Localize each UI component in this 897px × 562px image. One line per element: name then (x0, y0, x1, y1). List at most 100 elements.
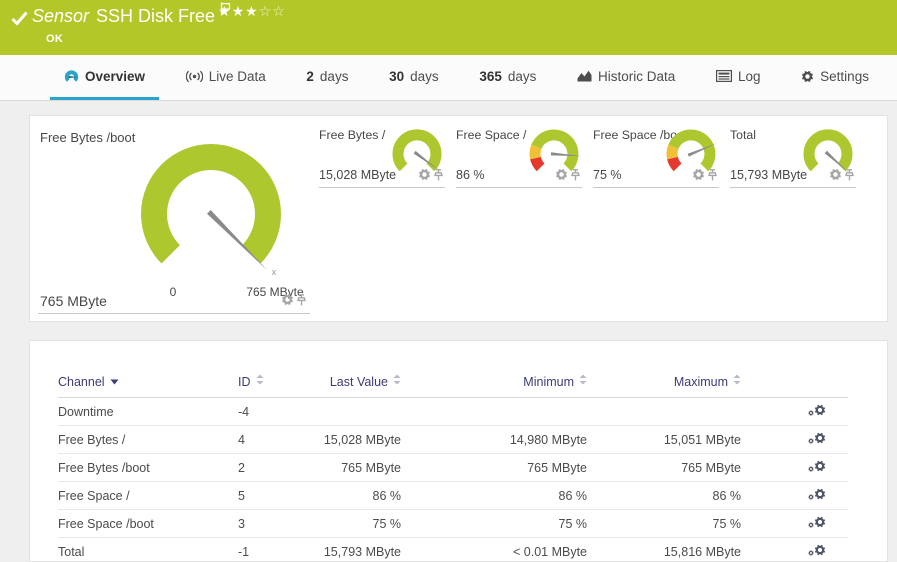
channel-settings-gears-icon[interactable] (741, 481, 848, 510)
pin-icon[interactable] (297, 293, 306, 311)
star-filled-icon[interactable]: ★ (218, 3, 232, 19)
gear-icon[interactable] (281, 293, 294, 311)
tab-label: Log (737, 68, 761, 84)
column-header-minimum[interactable]: Minimum (401, 369, 587, 398)
cell-channel: Downtime (58, 397, 238, 426)
live-icon (185, 70, 203, 83)
gauge-tile-4: Total 15,793 MByte (730, 122, 856, 188)
status-badge: OK (46, 33, 64, 45)
tab-number: 2 (306, 68, 314, 84)
tab-30-days[interactable]: 30 days (375, 55, 453, 100)
star-empty-icon[interactable]: ☆ (272, 3, 286, 19)
cell-last (303, 397, 401, 426)
channel-table-panel: Channel ID Last Value Minimum Maximum Downti… (29, 340, 888, 562)
table-row: Free Space /5 86 % 86 % 86 % (58, 481, 848, 510)
tab-label: days (319, 68, 349, 84)
gear-icon[interactable] (692, 168, 705, 186)
cell-max: 765 MByte (587, 453, 741, 482)
cell-id: 5 (238, 481, 303, 510)
cell-last: 15,028 MByte (303, 425, 401, 454)
cell-id: 4 (238, 425, 303, 454)
column-label: Maximum (673, 375, 728, 389)
column-header-id[interactable]: ID (238, 369, 303, 398)
cell-max: 15,816 MByte (587, 537, 741, 562)
pin-icon[interactable] (708, 168, 717, 186)
tab-label: days (410, 68, 439, 84)
cell-max: 86 % (587, 481, 741, 510)
column-label: Last Value (329, 375, 388, 389)
cell-max: 75 % (587, 509, 741, 538)
gauge-panel: Free Bytes /boot x 0 765 MByte 765 MByte… (29, 115, 888, 322)
gauge-tile-2: Free Space / 86 % (456, 122, 582, 188)
column-header-maximum[interactable]: Maximum (587, 369, 741, 398)
gear-icon (801, 70, 814, 83)
tab-365-days[interactable]: 365 days (465, 55, 550, 100)
ok-check-icon (11, 11, 28, 31)
cell-last: 15,793 MByte (303, 537, 401, 562)
pin-icon[interactable] (845, 168, 854, 186)
gauge-scale-min: 0 (169, 285, 177, 299)
table-row: Free Bytes /boot 2 765 MByte 765 MByte 765 M… (58, 453, 848, 482)
table-row: Free Space /boot 3 75 % 75 % 75 % (58, 509, 848, 538)
page-gap (0, 101, 897, 115)
cell-id: -4 (238, 397, 303, 426)
sensor-page: Sensor SSH Disk Free ★★★☆☆ OK Overview Liv… (0, 0, 897, 562)
historic-icon (577, 70, 592, 82)
cell-max (587, 397, 741, 426)
channel-settings-gears-icon[interactable] (741, 397, 848, 426)
priority-stars[interactable]: ★★★☆☆ (218, 3, 286, 20)
channel-table: Channel ID Last Value Minimum Maximum Downti… (58, 369, 848, 562)
gauge-value: 765 MByte (40, 293, 107, 309)
sensor-type-label: Sensor (32, 6, 90, 26)
page-title: SSH Disk Free (96, 6, 216, 26)
svg-text:x: x (272, 267, 277, 277)
tab-log[interactable]: Log (702, 55, 775, 100)
channel-settings-gears-icon[interactable] (741, 509, 848, 538)
column-header-channel[interactable]: Channel (58, 369, 238, 398)
tab-label: days (507, 68, 537, 84)
pin-icon[interactable] (571, 168, 580, 186)
table-row: Downtime -4 (58, 397, 848, 426)
channel-settings-gears-icon[interactable] (741, 425, 848, 454)
column-header-last-value[interactable]: Last Value (303, 369, 401, 398)
cell-min: 765 MByte (401, 453, 587, 482)
gauge-tile-primary: Free Bytes /boot x 0 765 MByte 765 MByte (38, 122, 310, 314)
gauge-icon (64, 69, 79, 84)
secondary-gauges-row: Free Bytes / 15,028 MByte Free Space / 8… (319, 122, 867, 188)
cell-min: 75 % (401, 509, 587, 538)
table-row: Free Bytes /4 15,028 MByte 14,980 MByte 15,… (58, 425, 848, 454)
star-filled-icon[interactable]: ★ (245, 3, 259, 19)
tab-overview[interactable]: Overview (50, 55, 160, 100)
star-filled-icon[interactable]: ★ (232, 3, 246, 19)
tab-historic-data[interactable]: Historic Data (563, 55, 689, 100)
cell-min (401, 397, 587, 426)
cell-max: 15,051 MByte (587, 425, 741, 454)
gear-icon[interactable] (418, 168, 431, 186)
cell-id: 2 (238, 453, 303, 482)
tab-live-data[interactable]: Live Data (172, 55, 280, 100)
gauge-title: Total (730, 128, 756, 142)
gear-icon[interactable] (555, 168, 568, 186)
gauge-value: 75 % (593, 168, 622, 182)
column-header-settings (741, 369, 848, 398)
gauge-scale-max: 765 MByte (246, 285, 304, 299)
pin-icon[interactable] (434, 168, 443, 186)
gauge-title: Free Space / (456, 128, 527, 142)
cell-channel: Free Bytes /boot (58, 453, 238, 482)
channel-settings-gears-icon[interactable] (741, 537, 848, 562)
tab-settings[interactable]: Settings (787, 55, 883, 100)
sensor-header: Sensor SSH Disk Free ★★★☆☆ OK (0, 0, 897, 55)
cell-id: 3 (238, 509, 303, 538)
tab-label: Historic Data (598, 68, 676, 84)
column-label: ID (238, 375, 251, 389)
tab-2-days[interactable]: 2 days (292, 55, 362, 100)
star-empty-icon[interactable]: ☆ (259, 3, 273, 19)
gear-icon[interactable] (829, 168, 842, 186)
cell-last: 765 MByte (303, 453, 401, 482)
gauge-title: Free Bytes / (319, 128, 386, 142)
column-label: Channel (58, 374, 105, 389)
channel-settings-gears-icon[interactable] (741, 453, 848, 482)
tab-label: Live Data (208, 68, 266, 84)
cell-min: 14,980 MByte (401, 425, 587, 454)
gauge-value: 86 % (456, 168, 485, 182)
